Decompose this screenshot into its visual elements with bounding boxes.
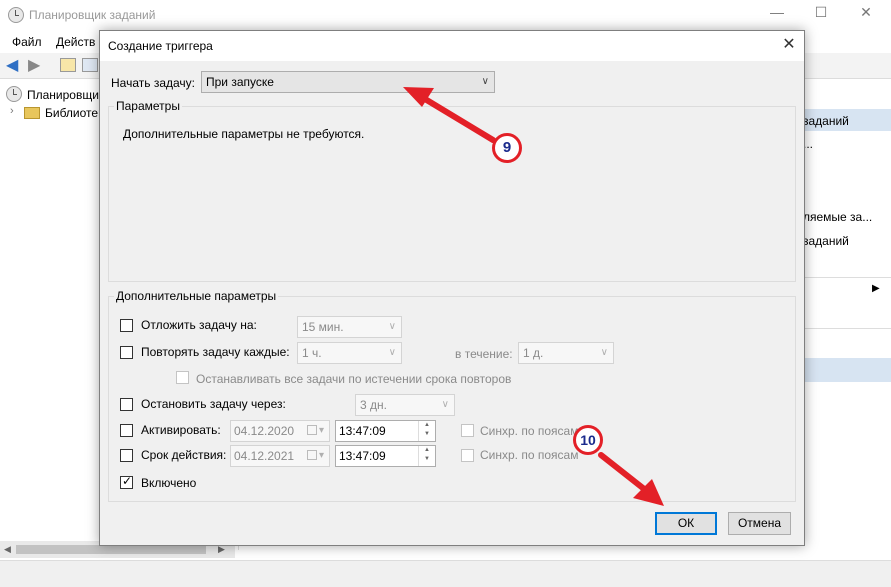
callout-step-10: 10 [573, 425, 603, 455]
annotation-arrows [403, 87, 664, 506]
callout-step-9: 9 [492, 133, 522, 163]
arrow-step-10 [598, 452, 664, 506]
arrow-step-9 [403, 87, 496, 143]
